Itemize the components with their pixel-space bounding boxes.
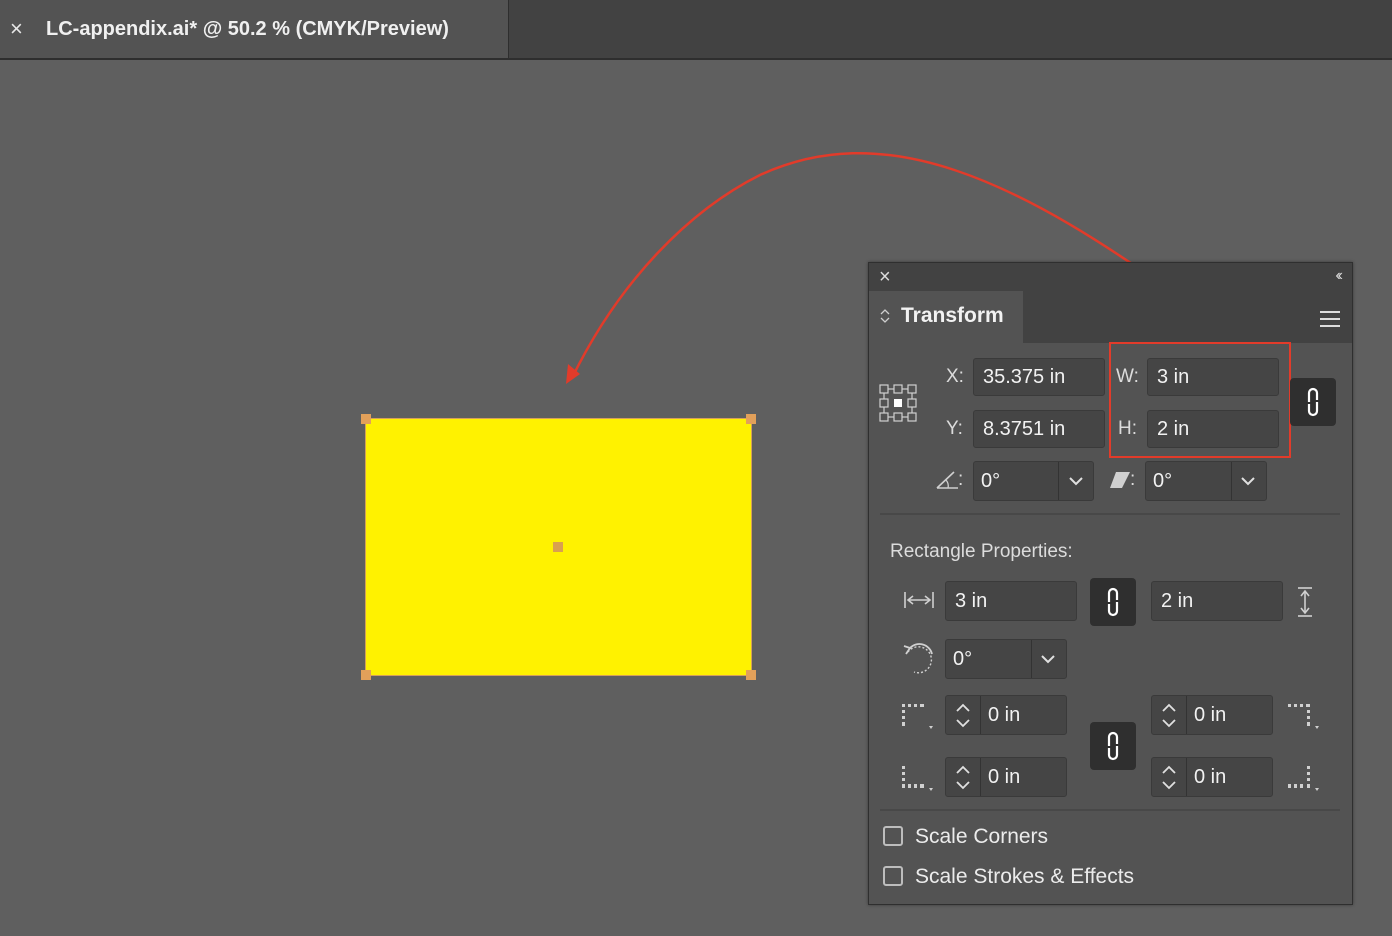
corner-top-right-spinner[interactable]: 0 in: [1151, 695, 1273, 735]
tab-label: Transform: [901, 304, 1004, 327]
y-field[interactable]: 8.3751 in: [973, 410, 1105, 448]
shear-icon: [1110, 472, 1130, 488]
shear-dropdown[interactable]: 0°: [1145, 461, 1267, 501]
rect-rotation-value: 0°: [953, 648, 973, 670]
corner-top-left-icon: [902, 704, 933, 729]
resize-handle-bottom-right[interactable]: [746, 670, 756, 680]
rotate-colon: :: [958, 469, 964, 490]
chevron-down-icon: [1041, 655, 1055, 664]
stepper-arrows-icon[interactable]: [1152, 696, 1186, 734]
x-field[interactable]: 35.375 in: [973, 358, 1105, 396]
corner-bottom-right-value: 0 in: [1194, 766, 1227, 788]
panel-menu-icon[interactable]: [1320, 311, 1340, 332]
link-rect-size-button[interactable]: [1090, 578, 1136, 626]
corner-top-right-icon: [1288, 704, 1319, 729]
corner-top-left-value: 0 in: [988, 704, 1021, 726]
chevron-updown-icon[interactable]: [879, 307, 891, 326]
shear-value: 0°: [1153, 470, 1173, 492]
scale-strokes-checkbox[interactable]: [883, 866, 903, 886]
resize-handle-top-left[interactable]: [361, 414, 371, 424]
scale-corners-checkbox[interactable]: [883, 826, 903, 846]
rotate-value: 0°: [981, 470, 1001, 492]
close-panel-icon[interactable]: ×: [879, 266, 891, 288]
link-corners-button[interactable]: [1090, 722, 1136, 770]
width-arrows-icon: [904, 592, 934, 608]
link-icon: [1307, 387, 1319, 417]
section-divider: [880, 809, 1340, 811]
corner-top-left-spinner[interactable]: 0 in: [945, 695, 1067, 735]
rectangle-properties-heading: Rectangle Properties:: [890, 541, 1073, 562]
resize-handle-top-right[interactable]: [746, 414, 756, 424]
chevron-down-icon: [1241, 477, 1255, 486]
rect-height-field[interactable]: 2 in: [1151, 581, 1283, 621]
y-label: Y:: [946, 418, 963, 439]
collapse-panel-icon[interactable]: ‹‹: [1335, 267, 1342, 285]
scale-corners-label[interactable]: Scale Corners: [915, 824, 1048, 850]
corner-bottom-left-value: 0 in: [988, 766, 1021, 788]
annotation-highlight-box: [1109, 342, 1291, 458]
stepper-arrows-icon[interactable]: [1152, 758, 1186, 796]
panel-tab-row: Transform: [869, 291, 1352, 345]
stepper-arrows-icon[interactable]: [946, 758, 980, 796]
rect-rotation-dropdown[interactable]: 0°: [945, 639, 1067, 679]
chevron-down-icon: [1069, 477, 1083, 486]
shear-colon: :: [1130, 469, 1136, 490]
corner-bottom-right-spinner[interactable]: 0 in: [1151, 757, 1273, 797]
height-arrows-icon: [1298, 587, 1312, 617]
rect-width-field[interactable]: 3 in: [945, 581, 1077, 621]
panel-header: × ‹‹: [869, 263, 1352, 291]
rotate-shape-icon: [903, 643, 933, 674]
x-label: X:: [946, 366, 964, 387]
reference-point-icon[interactable]: [878, 383, 920, 423]
tab-transform[interactable]: Transform: [869, 291, 1023, 345]
scale-strokes-label[interactable]: Scale Strokes & Effects: [915, 864, 1134, 890]
corner-bottom-left-spinner[interactable]: 0 in: [945, 757, 1067, 797]
corner-bottom-left-icon: [902, 766, 933, 791]
link-icon: [1107, 587, 1119, 617]
corner-top-right-value: 0 in: [1194, 704, 1227, 726]
section-divider: [880, 513, 1340, 515]
center-point[interactable]: [553, 542, 563, 552]
link-icon: [1107, 731, 1119, 761]
rotate-dropdown[interactable]: 0°: [973, 461, 1094, 501]
constrain-proportions-button[interactable]: [1290, 378, 1336, 426]
corner-bottom-right-icon: [1288, 766, 1319, 791]
resize-handle-bottom-left[interactable]: [361, 670, 371, 680]
stepper-arrows-icon[interactable]: [946, 696, 980, 734]
